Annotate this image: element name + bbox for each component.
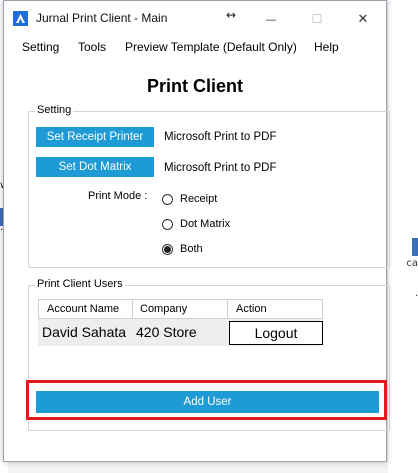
radio-circle-selected[interactable]: [162, 243, 173, 255]
radio-receipt-label: Receipt: [180, 193, 218, 205]
background-app-bottom: [8, 462, 388, 473]
app-logo-icon: [13, 11, 28, 26]
radio-circle[interactable]: [162, 193, 173, 205]
logout-button[interactable]: Logout: [229, 321, 323, 345]
resize-icon: ↔: [226, 8, 237, 22]
menu-preview-template[interactable]: Preview Template (Default Only): [125, 40, 297, 54]
radio-both-label: Both: [180, 243, 203, 255]
print-mode-label: Print Mode :: [88, 190, 148, 202]
title-bar[interactable]: Jurnal Print Client - Main ↔ — ☐ ✕: [4, 1, 386, 37]
dot-matrix-printer-value: Microsoft Print to PDF: [164, 162, 277, 174]
background-app-right: ca .: [388, 0, 418, 473]
table-row: David Sahata 420 Store Logout: [38, 319, 323, 346]
background-marker: [412, 238, 418, 256]
set-receipt-printer-button[interactable]: Set Receipt Printer: [36, 127, 154, 147]
setting-group-label: Setting: [35, 104, 74, 116]
minimize-button[interactable]: —: [248, 1, 294, 37]
radio-dot-matrix[interactable]: Dot Matrix: [162, 218, 230, 230]
close-button[interactable]: ✕: [340, 1, 386, 37]
column-divider: [227, 300, 228, 318]
column-divider: [132, 300, 133, 318]
maximize-button[interactable]: ☐: [294, 1, 340, 37]
radio-selected-dot: [164, 245, 171, 253]
radio-receipt[interactable]: Receipt: [162, 193, 217, 205]
menu-tools[interactable]: Tools: [78, 40, 106, 54]
cell-account-name: David Sahata: [42, 324, 127, 340]
radio-dot-matrix-label: Dot Matrix: [180, 218, 231, 230]
window-title: Jurnal Print Client - Main: [36, 11, 168, 25]
close-icon: ✕: [357, 11, 369, 27]
radio-both[interactable]: Both: [162, 243, 203, 255]
cell-company: 420 Store: [136, 324, 197, 340]
radio-circle[interactable]: [162, 218, 173, 230]
column-header-account-name[interactable]: Account Name: [47, 303, 119, 315]
menu-setting[interactable]: Setting: [22, 40, 59, 54]
column-header-action[interactable]: Action: [236, 303, 267, 315]
column-header-company[interactable]: Company: [140, 303, 187, 315]
highlight-box: [26, 380, 387, 420]
background-text: ca: [406, 258, 418, 269]
menu-bar: Setting Tools Preview Template (Default …: [4, 37, 386, 59]
page-title: Print Client: [146, 76, 243, 96]
menu-help[interactable]: Help: [314, 40, 339, 54]
table-header: Account Name Company Action: [38, 299, 323, 319]
minimize-icon: —: [265, 12, 277, 26]
set-dot-matrix-button[interactable]: Set Dot Matrix: [36, 157, 154, 177]
maximize-icon: ☐: [311, 12, 323, 26]
users-group-label: Print Client Users: [35, 278, 125, 290]
receipt-printer-value: Microsoft Print to PDF: [164, 131, 277, 143]
